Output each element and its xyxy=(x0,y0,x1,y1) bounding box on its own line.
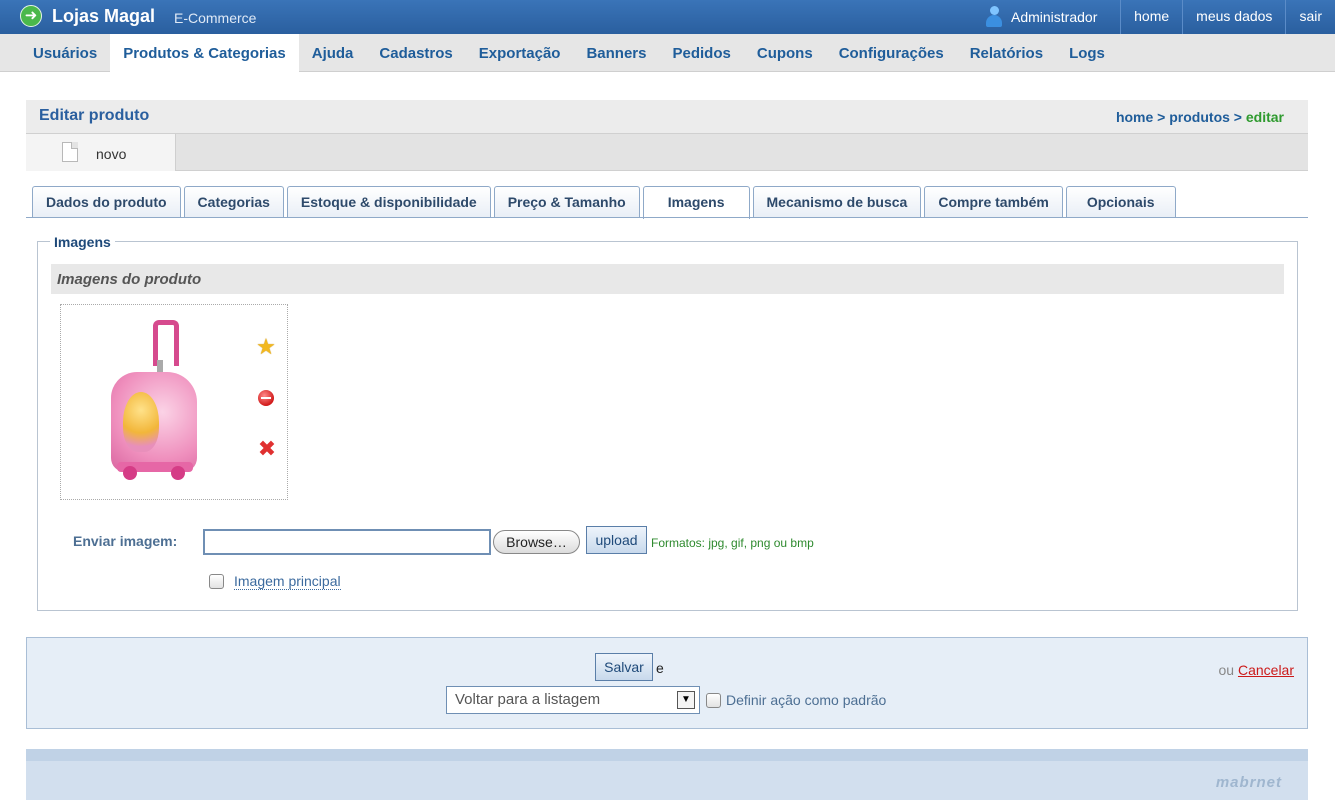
nav-item-produtos-categorias[interactable]: Produtos & Categorias xyxy=(110,34,299,72)
user-icon xyxy=(985,6,1003,28)
footer: mabrnet xyxy=(26,749,1308,800)
tab-divider xyxy=(26,217,1308,218)
top-link-meus-dados[interactable]: meus dados xyxy=(1182,0,1285,34)
upload-button[interactable]: upload xyxy=(586,526,647,554)
images-section-header: Imagens do produto xyxy=(51,264,1284,294)
top-links: home meus dados sair xyxy=(1120,0,1335,34)
tab-mecanismo-de-busca[interactable]: Mecanismo de busca xyxy=(752,186,922,218)
tab-categorias[interactable]: Categorias xyxy=(183,186,284,218)
nav-item-banners[interactable]: Banners xyxy=(573,34,659,72)
tab-preco-tamanho[interactable]: Preço & Tamanho xyxy=(493,186,640,218)
nav-item-pedidos[interactable]: Pedidos xyxy=(660,34,744,72)
images-section-title: Imagens do produto xyxy=(57,271,202,288)
product-tabs: Dados do produto Categorias Estoque & di… xyxy=(32,186,1176,219)
tab-compre-tambem[interactable]: Compre também xyxy=(924,186,1063,218)
images-legend: Imagens xyxy=(50,234,115,250)
after-save-selected: Voltar para a listagem xyxy=(455,691,601,708)
file-path-input[interactable] xyxy=(203,529,491,555)
breadcrumb-separator: > xyxy=(1233,109,1242,125)
nav-item-usuarios[interactable]: Usuários xyxy=(20,34,110,72)
breadcrumb-produtos[interactable]: produtos xyxy=(1169,109,1230,125)
main-image-label[interactable]: Imagem principal xyxy=(234,573,341,590)
user-name: Administrador xyxy=(1011,9,1098,25)
cancel-wrapper: ou Cancelar xyxy=(1219,662,1295,678)
tab-opcionais[interactable]: Opcionais xyxy=(1065,186,1176,218)
new-button[interactable]: novo xyxy=(26,134,176,171)
main-nav: Usuários Produtos & Categorias Ajuda Cad… xyxy=(0,34,1335,72)
top-bar: ➜ Lojas Magal E-Commerce Administrador h… xyxy=(0,0,1335,34)
and-text: e xyxy=(656,660,664,676)
tab-estoque-disponibilidade[interactable]: Estoque & disponibilidade xyxy=(286,186,491,218)
breadcrumb: home > produtos > editar xyxy=(1116,109,1284,125)
top-link-home[interactable]: home xyxy=(1120,0,1182,34)
dropdown-arrow-icon: ▼ xyxy=(677,691,695,709)
toolbar: novo xyxy=(26,133,1308,171)
or-text: ou xyxy=(1218,662,1235,678)
send-image-label: Enviar imagem: xyxy=(73,533,178,549)
new-document-icon xyxy=(62,142,78,162)
star-icon[interactable]: ★ xyxy=(255,336,277,358)
default-action-label[interactable]: Definir ação como padrão xyxy=(726,692,886,708)
current-user: Administrador xyxy=(985,5,1097,29)
tab-imagens[interactable]: Imagens xyxy=(642,186,750,219)
allowed-formats: Formatos: jpg, gif, png ou bmp xyxy=(651,536,814,550)
page-header: Editar produto home > produtos > editar xyxy=(26,100,1308,133)
breadcrumb-current: editar xyxy=(1245,109,1284,125)
nav-item-cadastros[interactable]: Cadastros xyxy=(366,34,465,72)
delete-x-icon[interactable]: ✖ xyxy=(256,438,278,460)
cancel-link[interactable]: Cancelar xyxy=(1238,662,1294,678)
save-button[interactable]: Salvar xyxy=(595,653,653,681)
nav-item-logs[interactable]: Logs xyxy=(1056,34,1118,72)
nav-item-configuracoes[interactable]: Configurações xyxy=(826,34,957,72)
top-link-sair[interactable]: sair xyxy=(1285,0,1335,34)
main-image-checkbox[interactable] xyxy=(209,574,224,589)
new-button-label: novo xyxy=(96,146,127,162)
footer-logo: mabrnet xyxy=(1215,774,1282,791)
product-image-backpack xyxy=(105,320,205,488)
nav-item-cupons[interactable]: Cupons xyxy=(744,34,826,72)
after-save-select[interactable]: Voltar para a listagem ▼ xyxy=(446,686,700,714)
page-title: Editar produto xyxy=(39,107,150,124)
form-actions xyxy=(26,637,1308,729)
minus-circle-icon[interactable] xyxy=(258,390,274,406)
nav-item-ajuda[interactable]: Ajuda xyxy=(299,34,367,72)
nav-item-relatorios[interactable]: Relatórios xyxy=(957,34,1056,72)
arrow-right-icon: ➜ xyxy=(20,5,42,27)
breadcrumb-home[interactable]: home xyxy=(1116,109,1153,125)
brand-subtitle: E-Commerce xyxy=(174,10,257,26)
default-action-checkbox[interactable] xyxy=(706,693,721,708)
breadcrumb-separator: > xyxy=(1157,109,1166,125)
nav-item-exportacao[interactable]: Exportação xyxy=(466,34,574,72)
brand-name: Lojas Magal xyxy=(52,6,156,26)
tab-dados-do-produto[interactable]: Dados do produto xyxy=(32,186,181,218)
browse-button[interactable]: Browse… xyxy=(493,530,580,554)
